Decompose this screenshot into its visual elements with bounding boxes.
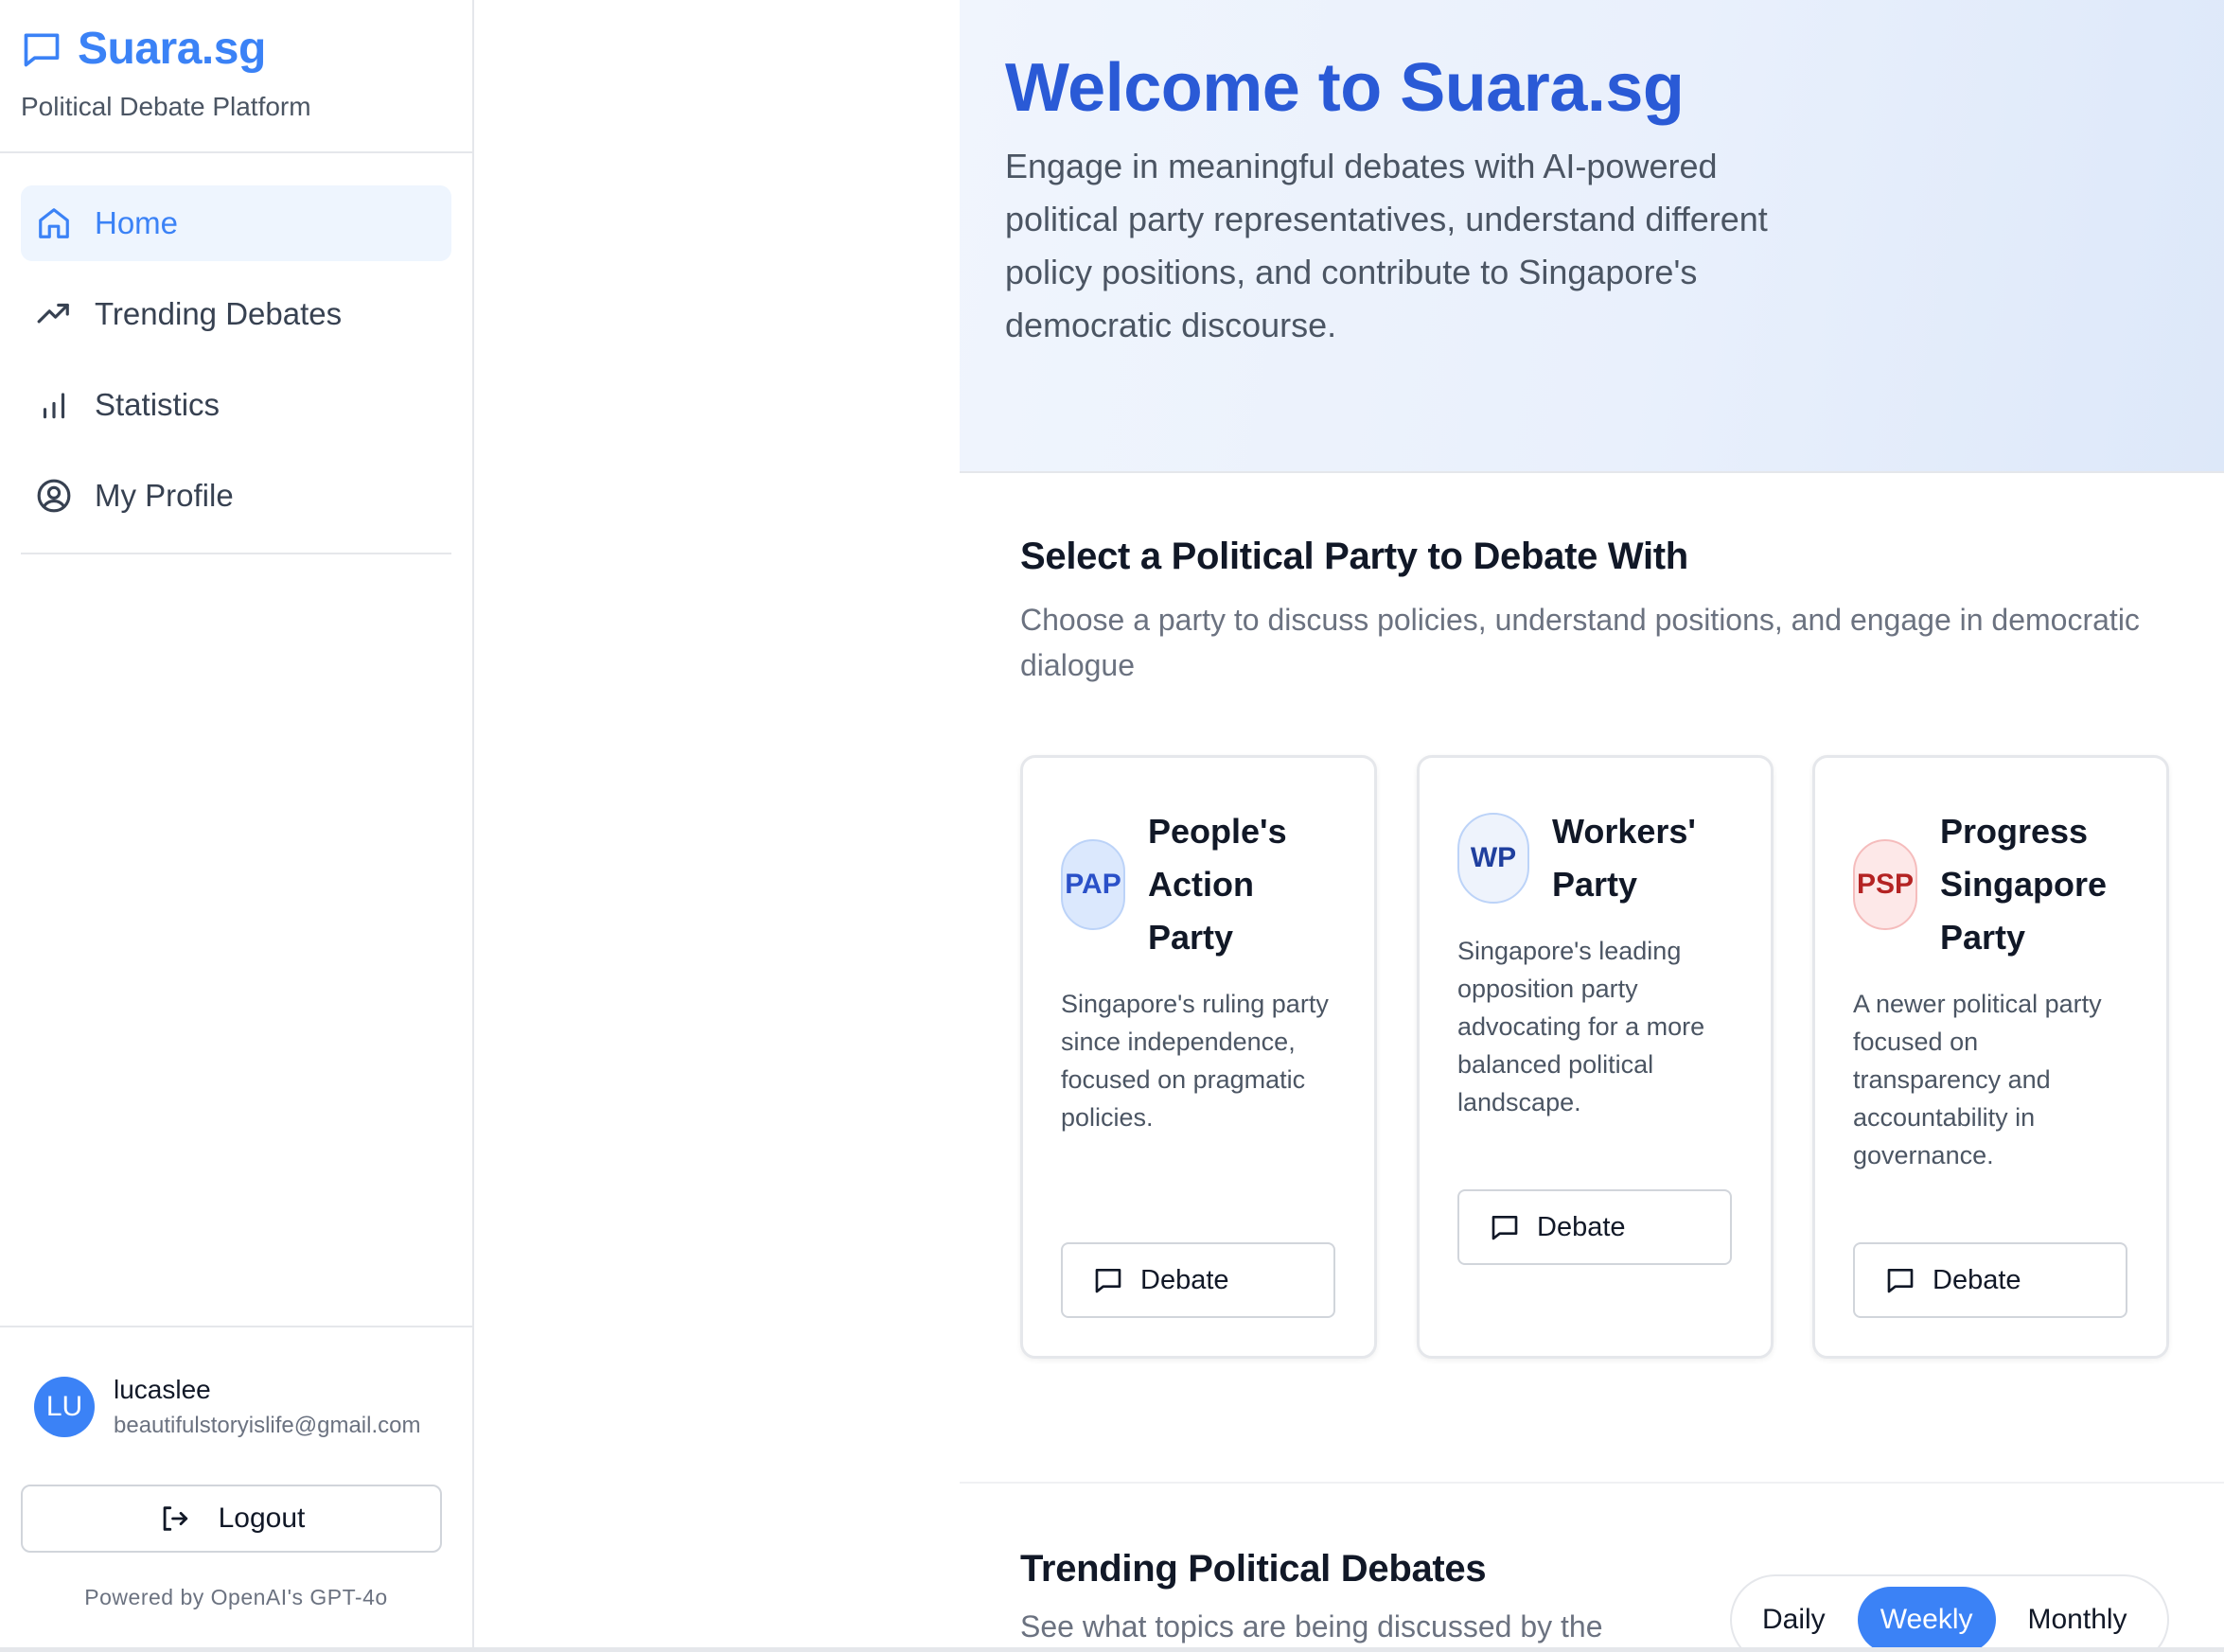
debate-button-label: Debate bbox=[1537, 1211, 1626, 1242]
debate-button-label: Debate bbox=[1933, 1264, 2021, 1295]
brand-name[interactable]: Suara.sg bbox=[78, 23, 266, 75]
party-description: A newer political party focused on trans… bbox=[1853, 990, 2102, 1169]
party-cards: PAP People's Action Party Singapore's ru… bbox=[1020, 755, 2177, 1361]
debate-button[interactable]: Debate bbox=[1457, 1189, 1732, 1265]
period-option-monthly[interactable]: Monthly bbox=[2005, 1587, 2150, 1652]
sidebar-item-label: Home bbox=[95, 205, 179, 240]
hero-title: Welcome to Suara.sg bbox=[1005, 50, 1685, 126]
sidebar-footer: LU lucaslee beautifulstoryislife@gmail.c… bbox=[0, 1326, 472, 1647]
user-circle-icon bbox=[36, 478, 72, 514]
brand-subtitle: Political Debate Platform bbox=[21, 92, 311, 121]
party-name: Workers' Party bbox=[1552, 812, 1696, 904]
logout-button[interactable]: Logout bbox=[21, 1485, 442, 1553]
section-description: Choose a party to discuss policies, unde… bbox=[1020, 603, 2140, 682]
message-square-icon bbox=[21, 28, 62, 70]
sidebar-item-home[interactable]: Home bbox=[21, 185, 451, 261]
sidebar-item-trending-debates[interactable]: Trending Debates bbox=[21, 276, 451, 352]
sidebar: Suara.sg Political Debate Platform Home … bbox=[0, 0, 474, 1647]
party-badge: WP bbox=[1457, 813, 1529, 904]
logout-label: Logout bbox=[218, 1503, 306, 1534]
sidebar-item-label: My Profile bbox=[95, 478, 234, 513]
sidebar-item-label: Trending Debates bbox=[95, 296, 343, 331]
user-info[interactable]: LU lucaslee beautifulstoryislife@gmail.c… bbox=[0, 1327, 472, 1439]
section-title: Select a Political Party to Debate With bbox=[1020, 536, 1688, 577]
sidebar-item-label: Statistics bbox=[95, 387, 221, 422]
message-square-icon bbox=[1093, 1265, 1123, 1295]
bar-chart-icon bbox=[36, 387, 72, 423]
message-square-icon bbox=[1885, 1265, 1915, 1295]
party-card-psp[interactable]: PSP Progress Singapore Party A newer pol… bbox=[1812, 755, 2169, 1359]
party-badge: PSP bbox=[1853, 839, 1917, 930]
period-option-daily[interactable]: Daily bbox=[1739, 1587, 1848, 1652]
party-header: PAP People's Action Party bbox=[1061, 805, 1355, 964]
nav-divider bbox=[21, 553, 451, 554]
avatar: LU bbox=[34, 1377, 95, 1437]
logout-icon bbox=[158, 1503, 190, 1535]
period-option-weekly[interactable]: Weekly bbox=[1857, 1587, 1996, 1652]
horizontal-scrollbar[interactable] bbox=[0, 1647, 2224, 1652]
user-name: lucaslee bbox=[114, 1375, 211, 1404]
trending-section: Trending Political Debates See what topi… bbox=[1020, 1548, 1602, 1644]
party-name: People's Action Party bbox=[1148, 812, 1287, 957]
party-badge: PAP bbox=[1061, 839, 1125, 930]
period-toggle: Daily Weekly Monthly bbox=[1730, 1574, 2169, 1652]
brand-header: Suara.sg Political Debate Platform bbox=[0, 0, 472, 153]
hero-banner: Welcome to Suara.sg Engage in meaningful… bbox=[960, 0, 2224, 473]
home-icon bbox=[36, 205, 72, 241]
debate-button[interactable]: Debate bbox=[1061, 1242, 1335, 1318]
party-card-wp[interactable]: WP Workers' Party Singapore's leading op… bbox=[1417, 755, 1774, 1359]
trending-up-icon bbox=[36, 296, 72, 332]
trending-description: See what topics are being discussed by t… bbox=[1020, 1609, 1603, 1643]
section-divider bbox=[960, 1482, 2224, 1484]
debate-button-label: Debate bbox=[1140, 1264, 1229, 1295]
powered-by-text: Powered by OpenAI's GPT-4o bbox=[84, 1585, 388, 1609]
party-description: Singapore's ruling party since independe… bbox=[1061, 990, 1329, 1132]
trending-title: Trending Political Debates bbox=[1020, 1548, 1487, 1590]
user-email: beautifulstoryislife@gmail.com bbox=[114, 1413, 421, 1438]
debate-button[interactable]: Debate bbox=[1853, 1242, 2127, 1318]
sidebar-item-statistics[interactable]: Statistics bbox=[21, 367, 451, 443]
sidebar-nav: Home Trending Debates Statistics My Prof… bbox=[0, 153, 472, 534]
party-selection-section: Select a Political Party to Debate With … bbox=[1020, 536, 2177, 1359]
party-name: Progress Singapore Party bbox=[1940, 812, 2108, 957]
hero-description: Engage in meaningful debates with AI-pow… bbox=[1005, 147, 1768, 344]
party-card-pap[interactable]: PAP People's Action Party Singapore's ru… bbox=[1020, 755, 1377, 1359]
message-square-icon bbox=[1490, 1212, 1520, 1242]
party-description: Singapore's leading opposition party adv… bbox=[1457, 937, 1705, 1116]
party-header: PSP Progress Singapore Party bbox=[1853, 805, 2147, 964]
party-header: WP Workers' Party bbox=[1457, 805, 1752, 911]
sidebar-item-my-profile[interactable]: My Profile bbox=[21, 458, 451, 534]
